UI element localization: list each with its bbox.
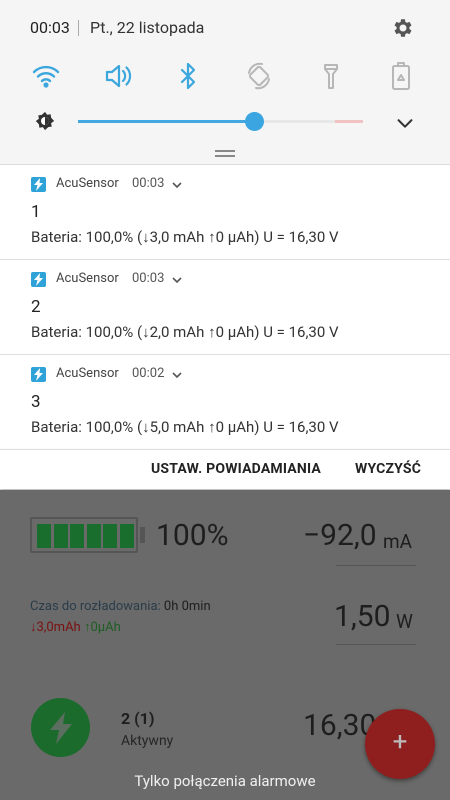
add-button[interactable]: + xyxy=(365,709,435,779)
notification-app-name: AcuSensor xyxy=(56,366,119,381)
brightness-icon xyxy=(35,111,55,131)
battery-cell xyxy=(86,524,101,548)
clear-all-button[interactable]: WYCZYŚĆ xyxy=(355,461,421,477)
wifi-toggle[interactable] xyxy=(30,60,62,92)
notification-list: AcuSensor 00:03 1 Bateria: 100,0% (↓3,0 … xyxy=(0,164,450,489)
battery-cell xyxy=(70,524,84,548)
discharge-time: Czas do rozładowania: 0h 0min xyxy=(30,599,211,614)
brightness-fill xyxy=(78,120,255,123)
notification-text: Bateria: 100,0% (↓2,0 mAh ↑0 µAh) U = 16… xyxy=(31,323,339,341)
app-icon xyxy=(31,367,46,382)
power-unit: W xyxy=(396,610,413,633)
notification-card[interactable]: AcuSensor 00:02 3 Bateria: 100,0% (↓5,0 … xyxy=(0,354,450,449)
divider xyxy=(78,20,79,36)
brightness-high-range xyxy=(335,120,363,123)
app-icon xyxy=(31,177,46,192)
bluetooth-toggle[interactable] xyxy=(172,60,204,92)
notification-app-name: AcuSensor xyxy=(56,176,119,191)
current-value: −92,0 xyxy=(303,518,377,553)
chevron-down-icon[interactable] xyxy=(170,368,184,382)
lightning-icon xyxy=(34,178,43,191)
chevron-down-icon[interactable] xyxy=(170,273,184,287)
device-icon[interactable] xyxy=(31,698,90,757)
battery-terminal xyxy=(140,527,145,543)
device-status: Aktywny xyxy=(121,733,174,749)
battery-percent: 100% xyxy=(156,518,229,553)
battery-cell xyxy=(37,524,51,548)
charge-flow: ↓3,0mAh ↑0µAh xyxy=(30,619,121,635)
battery-cell xyxy=(103,524,117,548)
chevron-down-icon[interactable] xyxy=(394,112,416,134)
battery-cell xyxy=(53,524,68,548)
notification-time: 00:02 xyxy=(132,366,165,381)
power-saving-toggle[interactable] xyxy=(385,60,417,92)
notification-title: 2 xyxy=(31,297,41,317)
chevron-down-icon[interactable] xyxy=(170,178,184,192)
app-icon xyxy=(31,272,46,287)
lightning-icon xyxy=(50,712,72,744)
drag-handle[interactable] xyxy=(215,150,235,157)
flashlight-toggle[interactable] xyxy=(315,60,347,92)
wifi-icon xyxy=(32,65,60,88)
sound-toggle[interactable] xyxy=(103,60,135,92)
notification-text: Bateria: 100,0% (↓3,0 mAh ↑0 µAh) U = 16… xyxy=(31,228,339,246)
device-count: 2 (1) xyxy=(121,709,155,728)
notification-shade: 00:03 Pt., 22 listopada AcuSensor 00:03 … xyxy=(0,0,450,490)
brightness-slider[interactable] xyxy=(78,120,363,123)
app-screen: 100% −92,0 mA Czas do rozładowania: 0h 0… xyxy=(0,490,450,800)
speaker-icon xyxy=(105,64,132,88)
notification-settings-button[interactable]: USTAW. POWIADAMIANIA xyxy=(151,461,321,477)
notification-card[interactable]: AcuSensor 00:03 2 Bateria: 100,0% (↓2,0 … xyxy=(0,259,450,354)
divider xyxy=(336,644,416,645)
notification-time: 00:03 xyxy=(132,271,165,286)
plus-icon: + xyxy=(392,727,408,757)
battery-indicator xyxy=(30,517,138,553)
auto-rotate-icon xyxy=(248,62,270,90)
notification-time: 00:03 xyxy=(132,176,165,191)
battery-recycle-icon xyxy=(392,62,410,90)
battery-cell xyxy=(119,524,134,548)
current-unit: mA xyxy=(383,530,413,553)
notification-text: Bateria: 100,0% (↓5,0 mAh ↑0 µAh) U = 16… xyxy=(31,418,339,436)
notification-actions: USTAW. POWIADAMIANIA WYCZYŚĆ xyxy=(0,449,450,489)
notification-card[interactable]: AcuSensor 00:03 1 Bateria: 100,0% (↓3,0 … xyxy=(0,164,450,259)
divider xyxy=(336,565,416,566)
discharge-label: Czas do rozładowania: xyxy=(30,599,161,614)
date[interactable]: Pt., 22 listopada xyxy=(90,18,204,37)
notification-title: 3 xyxy=(31,392,41,412)
lightning-icon xyxy=(34,368,43,381)
rotation-toggle[interactable] xyxy=(243,60,275,92)
emergency-calls-text: Tylko połączenia alarmowe xyxy=(134,772,316,790)
power-value: 1,50 xyxy=(334,599,391,634)
lightning-icon xyxy=(34,273,43,286)
flow-down: ↓3,0mAh xyxy=(30,620,81,635)
notification-app-name: AcuSensor xyxy=(56,271,119,286)
brightness-thumb[interactable] xyxy=(245,112,264,131)
clock: 00:03 xyxy=(30,18,70,37)
shade-header: 00:03 Pt., 22 listopada xyxy=(0,0,450,56)
bluetooth-icon xyxy=(180,62,196,90)
discharge-value: 0h 0min xyxy=(163,599,211,614)
gear-icon[interactable] xyxy=(390,16,414,40)
flashlight-icon xyxy=(324,64,338,89)
flow-up: ↑0µAh xyxy=(83,620,121,635)
notification-title: 1 xyxy=(31,202,41,222)
